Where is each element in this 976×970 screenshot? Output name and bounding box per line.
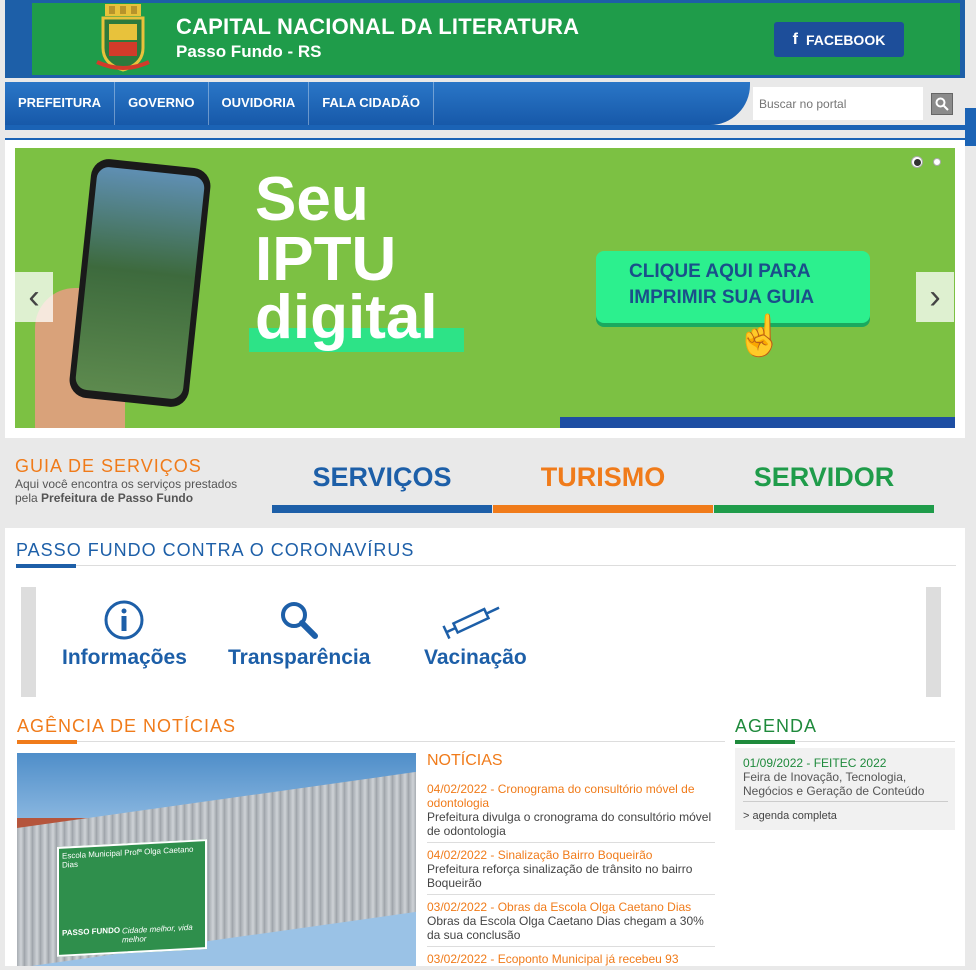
facebook-button[interactable]: f FACEBOOK	[774, 22, 904, 57]
corona-item-informacoes[interactable]: Informações	[62, 598, 187, 670]
news-item-title[interactable]: 03/02/2022 - Ecoponto Municipal já receb…	[427, 952, 715, 966]
iptu-banner[interactable]: Seu IPTU digital CLIQUE AQUI PARA IMPRIM…	[15, 148, 955, 428]
news-title-rule	[17, 741, 725, 742]
banner-line-1: Seu	[255, 165, 369, 234]
search-box	[753, 87, 923, 120]
news-item[interactable]: 03/02/2022 - Ecoponto Municipal já receb…	[427, 952, 715, 970]
nav-item-prefeitura[interactable]: PREFEITURA	[5, 82, 116, 125]
news-item-title[interactable]: 04/02/2022 - Cronograma do consultório m…	[427, 782, 715, 810]
news-item[interactable]: 03/02/2022 - Obras da Escola Olga Caetan…	[427, 900, 715, 947]
guia-title: GUIA DE SERVIÇOS	[15, 456, 202, 476]
nav-item-ouvidoria[interactable]: OUVIDORIA	[209, 82, 310, 125]
phone-image	[67, 157, 213, 409]
agenda-event-title[interactable]: 01/09/2022 - FEITEC 2022	[743, 756, 886, 770]
news-list-title: NOTÍCIAS	[427, 752, 503, 769]
magnifier-icon	[281, 602, 319, 639]
news-item[interactable]: 04/02/2022 - Cronograma do consultório m…	[427, 782, 715, 843]
nav-item-governo[interactable]: GOVERNO	[115, 82, 209, 125]
agenda-event-description: Feira de Inovação, Tecnologia, Negócios …	[743, 770, 925, 798]
search-icon	[935, 97, 949, 111]
school-sign: Escola Municipal Profª Olga Caetano Dias…	[57, 839, 207, 957]
cta-line-1: CLIQUE AQUI PARA	[629, 261, 811, 282]
banner-line-3: digital	[255, 283, 438, 352]
info-icon	[104, 600, 144, 640]
news-item-summary: Prefeitura reforça sinalização de trânsi…	[427, 862, 693, 890]
news-section-title: AGÊNCIA DE NOTÍCIAS	[17, 716, 237, 736]
tab-turismo[interactable]: TURISMO	[493, 455, 713, 513]
banner-dots	[911, 156, 941, 168]
sign-title: Escola Municipal Profª Olga Caetano Dias	[62, 844, 194, 870]
banner-next-arrow[interactable]: ›	[916, 272, 954, 322]
news-item-summary: Obras da Escola Olga Caetano Dias chegam…	[427, 914, 704, 942]
corona-item-label: Vacinação	[424, 646, 527, 669]
sign-brand: PASSO FUNDO	[62, 925, 121, 938]
corona-title-rule	[16, 565, 956, 566]
cta-line-2: IMPRIMIR SUA GUIA	[629, 287, 815, 308]
corona-item-vacinacao[interactable]: Vacinação	[424, 598, 527, 670]
nav-right-band	[965, 108, 976, 146]
guia-description: Aqui você encontra os serviços prestados…	[15, 477, 238, 505]
banner-prev-arrow[interactable]: ‹	[15, 272, 53, 322]
carousel-next-arrow[interactable]	[926, 587, 941, 697]
sign-slogan: Cidade melhor, vida melhor	[122, 922, 193, 945]
news-item-title[interactable]: 04/02/2022 - Sinalização Bairro Boqueirã…	[427, 848, 715, 862]
print-guide-button[interactable]: CLIQUE AQUI PARA IMPRIMIR SUA GUIA	[596, 251, 870, 323]
banner-line-2: IPTU	[255, 225, 397, 294]
corona-title-accent	[16, 564, 76, 568]
corona-item-label: Transparência	[228, 646, 371, 669]
carousel-prev-arrow[interactable]	[21, 587, 36, 697]
nav-item-fala-cidadao[interactable]: FALA CIDADÃO	[309, 82, 434, 125]
news-item-title[interactable]: 03/02/2022 - Obras da Escola Olga Caetan…	[427, 900, 715, 914]
banner-bottom-bar	[560, 417, 955, 428]
site-subtitle: Passo Fundo - RS	[176, 42, 322, 61]
agenda-full-link[interactable]: > agenda completa	[743, 810, 837, 822]
syringe-icon	[442, 606, 500, 640]
corona-item-transparencia[interactable]: Transparência	[228, 598, 370, 670]
agenda-title: AGENDA	[735, 716, 818, 736]
city-coat-of-arms-logo[interactable]	[95, 4, 151, 74]
search-button[interactable]	[931, 93, 953, 115]
news-title-accent	[17, 740, 77, 744]
tab-servicos[interactable]: SERVIÇOS	[272, 455, 492, 513]
news-photo[interactable]: Escola Municipal Profª Olga Caetano Dias…	[17, 753, 416, 966]
banner-dot-1[interactable]	[911, 156, 923, 168]
corona-item-label: Informações	[62, 646, 187, 669]
pointing-hand-icon: ☝	[735, 314, 785, 358]
banner-dot-2[interactable]	[933, 158, 941, 166]
corona-section-title: PASSO FUNDO CONTRA O CORONAVÍRUS	[16, 540, 415, 560]
facebook-icon: f	[792, 30, 798, 48]
news-item-summary: Prefeitura divulga o cronograma do consu…	[427, 810, 712, 838]
agenda-divider	[743, 801, 948, 802]
nav-stripe	[5, 125, 976, 130]
agenda-title-accent	[735, 740, 795, 744]
news-item[interactable]: 04/02/2022 - Sinalização Bairro Boqueirã…	[427, 848, 715, 895]
tab-servidor[interactable]: SERVIDOR	[714, 455, 934, 513]
main-nav: PREFEITURA GOVERNO OUVIDORIA FALA CIDADÃ…	[5, 82, 434, 125]
facebook-label: FACEBOOK	[805, 31, 886, 48]
search-input[interactable]	[753, 87, 923, 120]
site-title: CAPITAL NACIONAL DA LITERATURA	[176, 14, 580, 39]
